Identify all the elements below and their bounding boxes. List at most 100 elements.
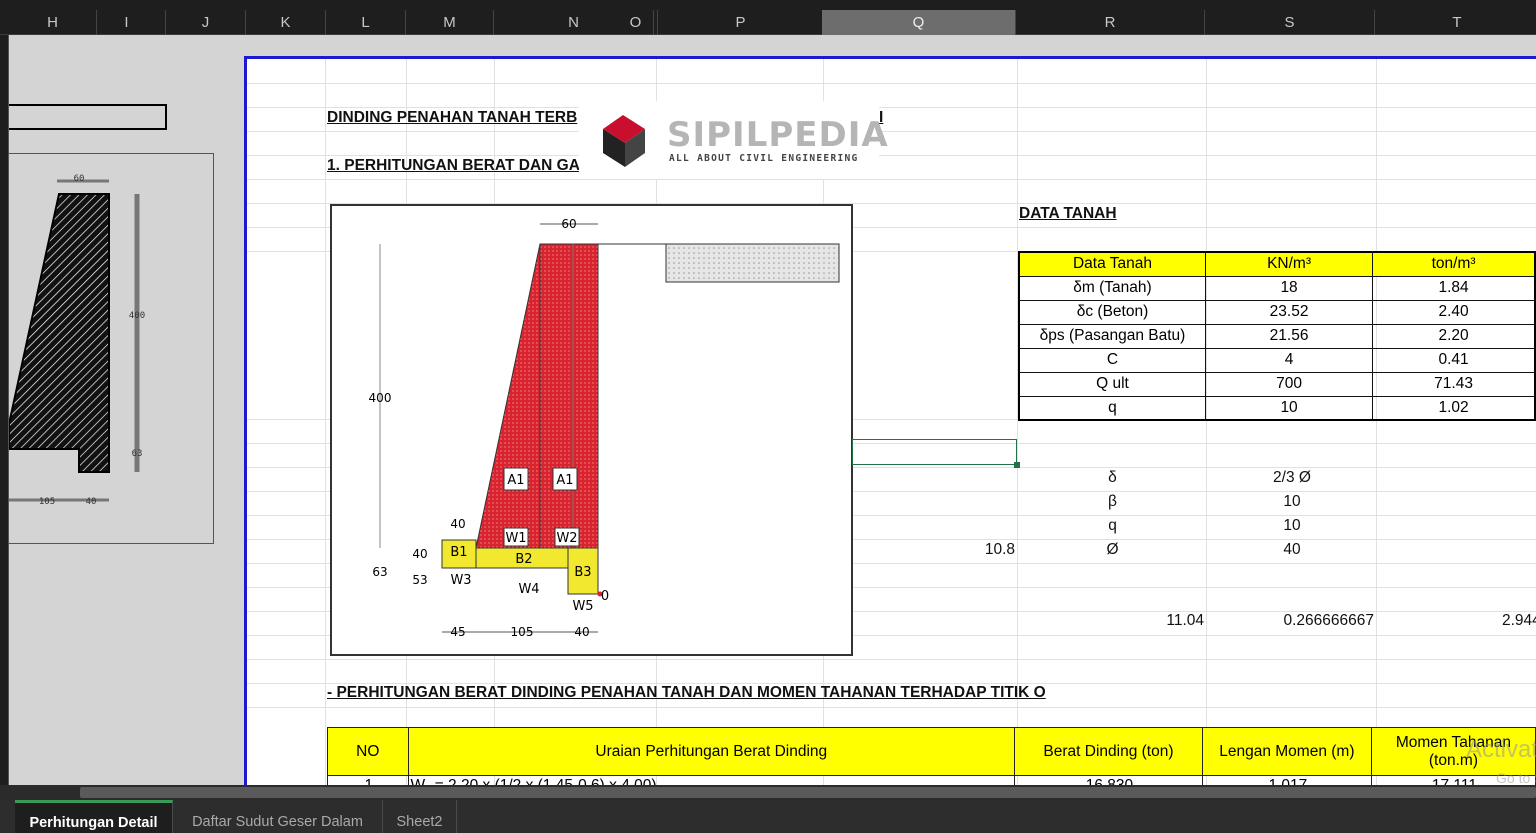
header-berat: Berat Dinding (ton) [1014, 727, 1203, 776]
point-o-label: 0 [601, 589, 609, 604]
soil-header-cell: Data Tanah [1018, 251, 1206, 277]
soil-cell[interactable]: 2.40 [1372, 299, 1536, 325]
column-header-t[interactable]: T [1375, 10, 1536, 35]
tab-perhitungan-detail[interactable]: Perhitungan Detail [15, 800, 173, 833]
row-formula[interactable]: W₁ = 2,20 x (1/2 x (1,45-0,6) x 4,00) [407, 775, 1016, 785]
param-value[interactable]: 10 [1207, 493, 1377, 511]
print-area-sheet: DINDING PENAHAN TANAH TERB I 1. PERHITUN… [244, 56, 1536, 785]
soil-table-row: q 10 1.02 [1018, 395, 1536, 421]
weight-section-heading: - PERHITUNGAN BERAT DINDING PENAHAN TANA… [327, 684, 1046, 701]
tab-daftar-sudut-geser-dalam[interactable]: Daftar Sudut Geser Dalam [173, 800, 383, 833]
dim-label: 40 [450, 517, 465, 531]
dim-label: 63 [372, 565, 387, 579]
param-value[interactable]: 10 [1207, 517, 1377, 535]
weight-label: W1 [505, 531, 526, 546]
column-header-m[interactable]: M [406, 10, 494, 35]
soil-cell[interactable]: 4 [1204, 347, 1374, 373]
windows-activation-watermark: Activat [1466, 736, 1536, 763]
fill-handle[interactable] [1014, 462, 1020, 468]
soil-table-row: C 4 0.41 [1018, 347, 1536, 373]
soil-table-header: Data Tanah KN/m³ ton/m³ [1018, 251, 1536, 277]
param-value[interactable]: 2/3 Ø [1207, 469, 1377, 487]
header-uraian: Uraian Perhitungan Berat Dinding [407, 727, 1016, 776]
soil-table-row: Q ult 700 71.43 [1018, 371, 1536, 397]
soil-cell[interactable]: 71.43 [1372, 371, 1536, 397]
block-label: B2 [515, 552, 532, 567]
soil-cell[interactable]: 1.02 [1372, 395, 1536, 421]
section-heading-1: 1. PERHITUNGAN BERAT DAN GA [327, 157, 580, 174]
dim-label: 40 [574, 625, 589, 639]
column-header-q[interactable]: Q [822, 10, 1016, 35]
weight-table-header: NO Uraian Perhitungan Berat Dinding Bera… [327, 727, 1536, 776]
soil-cell[interactable]: δps (Pasangan Batu) [1018, 323, 1206, 349]
cell-r-value[interactable]: 11.04 [1107, 612, 1204, 630]
soil-cell[interactable]: 18 [1204, 275, 1374, 301]
dim-label: 40 [412, 547, 427, 561]
soil-cell[interactable]: δc (Beton) [1018, 299, 1206, 325]
column-header-s[interactable]: S [1205, 10, 1375, 35]
header-lengan: Lengan Momen (m) [1201, 727, 1372, 776]
cell-q-value[interactable]: 10.8 [947, 541, 1015, 559]
sheet-title: DINDING PENAHAN TANAH TERB [327, 109, 578, 126]
column-header-j[interactable]: J [166, 10, 246, 35]
row-lengan[interactable]: 1.017 [1201, 775, 1372, 785]
area-label: A1 [507, 473, 524, 488]
param-value[interactable]: 40 [1207, 541, 1377, 559]
soil-cell[interactable]: Q ult [1018, 371, 1206, 397]
soil-cell[interactable]: 0.41 [1372, 347, 1536, 373]
soil-cell[interactable]: 1.84 [1372, 275, 1536, 301]
dim-label: 60 [561, 217, 576, 231]
soil-cell[interactable]: 21.56 [1204, 323, 1374, 349]
dim-label: 53 [412, 573, 427, 587]
header-no: NO [327, 727, 409, 776]
column-header-k[interactable]: K [246, 10, 326, 35]
soil-cell[interactable]: 2.20 [1372, 323, 1536, 349]
param-symbol: Ø [1106, 541, 1119, 558]
param-symbol: δ [1108, 469, 1117, 486]
dim-label: 45 [450, 625, 465, 639]
column-header-r[interactable]: R [1016, 10, 1205, 35]
dim-label: 105 [511, 625, 534, 639]
row-berat[interactable]: 16.830 [1014, 775, 1203, 785]
column-header-i[interactable]: I [88, 10, 166, 35]
retaining-wall-diagram: 60 400 63 45 105 40 40 40 53 A1 A1 W1 W2… [330, 204, 853, 656]
soil-cell[interactable]: C [1018, 347, 1206, 373]
column-header-o[interactable]: O [614, 10, 658, 35]
soil-cell[interactable]: 700 [1204, 371, 1374, 397]
row-no[interactable]: 1 [327, 775, 409, 785]
weight-label: W5 [572, 599, 593, 614]
soil-cell[interactable]: 23.52 [1204, 299, 1374, 325]
logo-tagline: ALL ABOUT CIVIL ENGINEERING [669, 153, 859, 164]
tab-sheet2[interactable]: Sheet2 [383, 800, 457, 833]
area-label: A1 [556, 473, 573, 488]
data-tanah-heading: DATA TANAH [1019, 205, 1117, 222]
soil-cell[interactable]: 10 [1204, 395, 1374, 421]
dim-40: 40 [86, 497, 97, 507]
cell-t-value[interactable]: 2.944 [1447, 612, 1536, 630]
soil-table-row: δps (Pasangan Batu) 21.56 2.20 [1018, 323, 1536, 349]
dim-60: 60 [74, 174, 85, 184]
column-header-p[interactable]: P [658, 10, 824, 35]
dim-105: 105 [39, 497, 55, 507]
spreadsheet-window: HIJKLMNOPQRST 60 400 63 105 40 DINDING P… [0, 0, 1536, 833]
weight-label: W2 [556, 531, 577, 546]
active-cell-selection[interactable] [852, 439, 1017, 465]
cell-s-value[interactable]: 0.266666667 [1247, 612, 1374, 630]
dim-63: 63 [132, 449, 143, 459]
weight-label: W3 [450, 573, 471, 588]
block-label: B3 [574, 565, 591, 580]
param-symbol: q [1108, 517, 1117, 534]
column-header-l[interactable]: L [326, 10, 406, 35]
soil-cell[interactable]: q [1018, 395, 1206, 421]
column-header-h[interactable]: H [9, 10, 97, 35]
block-label: B1 [450, 545, 467, 560]
left-label-box [9, 104, 167, 130]
soil-cell[interactable]: δm (Tanah) [1018, 275, 1206, 301]
soil-data-table: Data Tanah KN/m³ ton/m³ δm (Tanah) 18 1.84… [1018, 251, 1536, 421]
windows-activation-subtext: Go to Se [1496, 770, 1536, 786]
dim-label: 400 [369, 391, 392, 405]
horizontal-scroll-thumb[interactable] [80, 787, 1536, 798]
soil-header-cell: ton/m³ [1372, 251, 1536, 277]
param-symbol: β [1108, 493, 1117, 510]
row-header-bar [0, 35, 9, 785]
